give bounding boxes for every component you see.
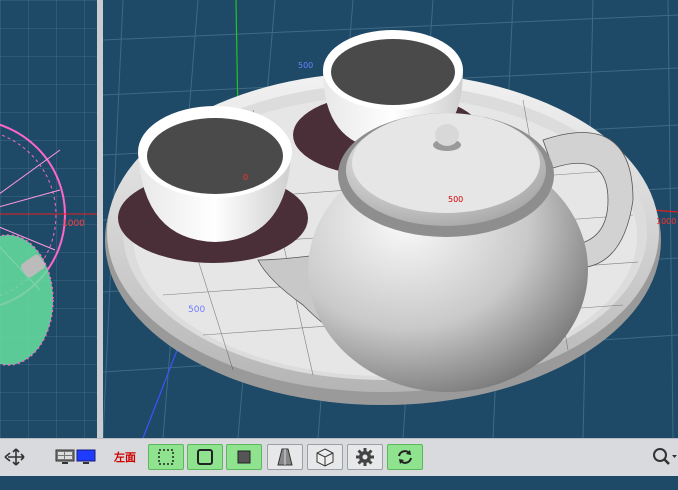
move-button[interactable]	[0, 444, 30, 470]
frame-button[interactable]	[187, 444, 223, 470]
refresh-icon	[398, 450, 412, 464]
solid-square-icon	[237, 450, 251, 464]
zoom-button[interactable]	[650, 444, 678, 470]
move-icon	[4, 448, 25, 466]
bottom-viewport-strip	[0, 476, 678, 490]
select-dashed-icon	[158, 449, 174, 465]
settings-button[interactable]	[347, 444, 383, 470]
view-direction-label[interactable]: 左面	[106, 444, 144, 470]
select-dashed-button[interactable]	[148, 444, 184, 470]
origin-label: 0	[243, 173, 248, 182]
perspective-button[interactable]	[267, 444, 303, 470]
tick-label-x-1000: 1000	[656, 217, 676, 226]
main-viewport[interactable]: 500 0 500 500 1000	[103, 0, 678, 438]
left-x-end-label: 1000	[62, 219, 85, 229]
tick-label-y-500: 500	[448, 195, 463, 204]
tick-label-x-500: 500	[298, 61, 313, 70]
tick-label-z-500: 500	[188, 305, 205, 315]
zoom-icon	[653, 448, 677, 465]
wireframe-cube-button[interactable]	[307, 444, 343, 470]
refresh-button[interactable]	[387, 444, 423, 470]
solid-square-button[interactable]	[226, 444, 262, 470]
wireframe-cube-icon	[316, 448, 334, 467]
frame-icon	[197, 449, 213, 465]
viewport-layout-icon	[55, 449, 96, 464]
left-viewport[interactable]: 1000	[0, 0, 97, 438]
gear-icon	[356, 448, 374, 466]
main-viewport-canvas: 500 0 500 500 1000	[103, 0, 678, 438]
perspective-icon	[277, 448, 293, 466]
teapot-knob	[435, 124, 459, 146]
left-viewport-canvas: 1000	[0, 0, 97, 438]
viewport-layout-button[interactable]	[54, 444, 98, 470]
